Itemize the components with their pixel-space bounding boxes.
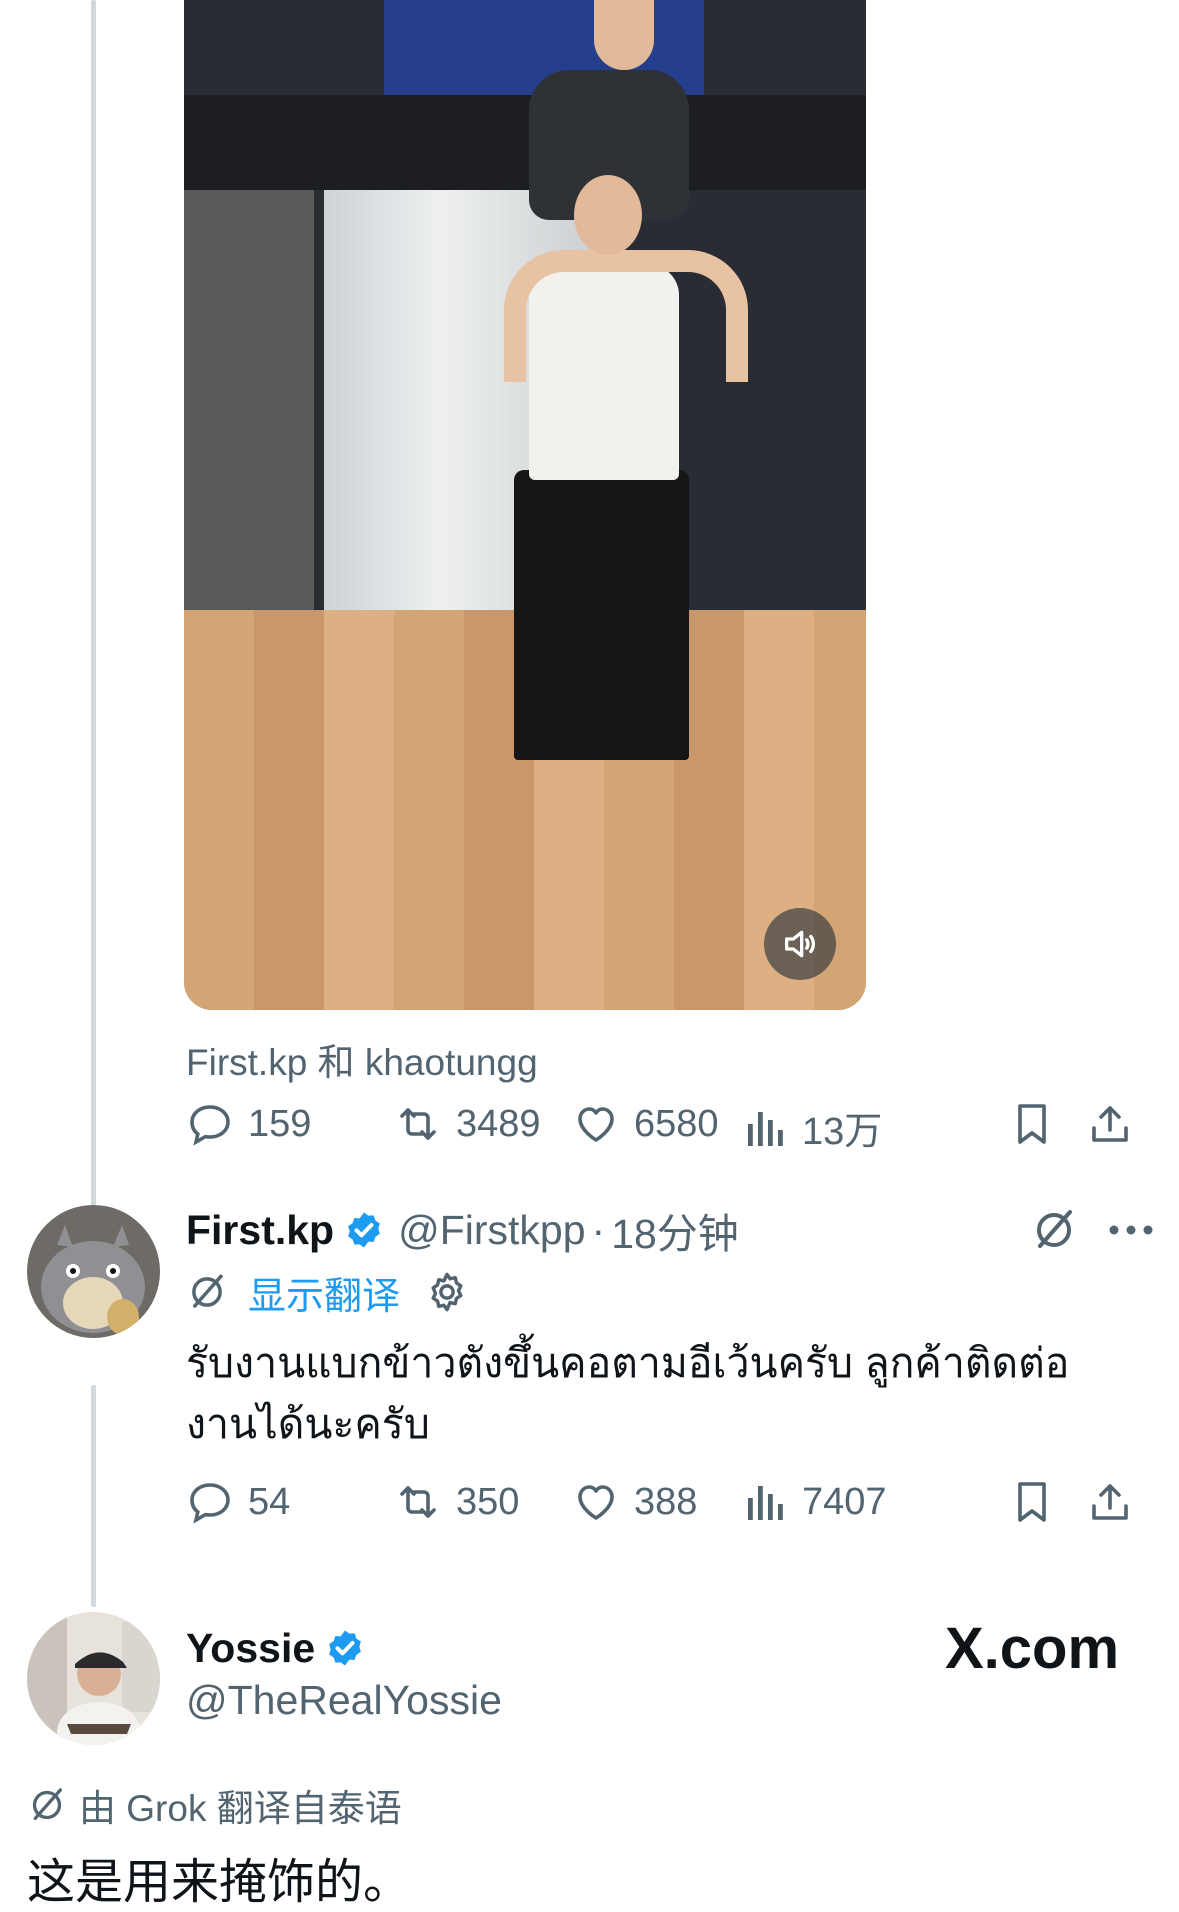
grok-translation-label: 由 Grok 翻译自泰语 (27, 1778, 402, 1832)
translation-row: 显示翻译 (186, 1262, 470, 1322)
x-com-logo[interactable]: X.com (945, 1615, 1119, 1682)
avatar-image (27, 1612, 160, 1745)
grok-translate-icon (32, 1788, 62, 1820)
header-separator: · (591, 1206, 606, 1253)
share-button[interactable] (1086, 1100, 1134, 1148)
heart-icon (578, 1107, 614, 1142)
video-person-pants (514, 470, 689, 760)
avatar-image (27, 1205, 160, 1338)
author-name[interactable]: First.kp (186, 1207, 334, 1254)
views-button[interactable]: 7407 (744, 1478, 887, 1526)
show-translation-link[interactable]: 显示翻译 (248, 1265, 400, 1320)
video-person-head (574, 175, 642, 255)
heart-icon (578, 1485, 614, 1520)
quote-author-name[interactable]: Yossie (186, 1625, 315, 1672)
verified-badge-icon (348, 1212, 380, 1248)
video-player[interactable] (184, 0, 866, 1010)
video-person-arms (504, 250, 748, 382)
video-post-action-bar: 159 3489 6580 13万 (186, 1100, 1156, 1160)
like-count: 6580 (634, 1102, 719, 1145)
quote-author-handle[interactable]: @TheRealYossie (186, 1677, 502, 1724)
verified-badge-icon (329, 1630, 361, 1666)
reply-post-text: รับงานแบกข้าวตังขึ้นคอตามอีเว้นครับ ลูกค… (186, 1340, 1070, 1447)
views-icon (748, 1111, 783, 1146)
like-count: 388 (634, 1480, 698, 1523)
grok-icon (1037, 1210, 1072, 1248)
author-handle[interactable]: @Firstkpp (398, 1207, 585, 1254)
bookmark-icon (1018, 1482, 1046, 1522)
quote-handle-row: @TheRealYossie (186, 1672, 502, 1728)
bookmark-icon (1018, 1104, 1046, 1144)
repost-button[interactable]: 3489 (394, 1100, 541, 1148)
thread-line-middle (91, 1385, 96, 1607)
reply-post-action-bar: 54 350 388 7407 (186, 1478, 1156, 1538)
views-icon (748, 1486, 783, 1520)
share-icon (1092, 1484, 1128, 1520)
like-button[interactable]: 6580 (572, 1100, 719, 1148)
view-count: 7407 (802, 1480, 887, 1523)
repost-icon (400, 1108, 436, 1140)
reply-post-header: First.kp @Firstkpp · 18分钟 (186, 1200, 739, 1260)
reply-icon (190, 1105, 230, 1146)
more-options-button[interactable] (1108, 1200, 1154, 1260)
x-com-text: X.com (945, 1616, 1120, 1681)
translated-text: 这是用来掩饰的。 (27, 1856, 412, 1909)
post-time[interactable]: 18分钟 (611, 1200, 739, 1260)
bookmark-button[interactable] (1008, 1478, 1056, 1526)
reply-button[interactable]: 159 (186, 1100, 311, 1148)
repost-button[interactable]: 350 (394, 1478, 519, 1526)
views-button[interactable]: 13万 (744, 1100, 882, 1155)
mute-button[interactable] (764, 908, 836, 980)
share-icon (1092, 1106, 1128, 1142)
video-person-top-head (594, 0, 654, 70)
repost-icon (400, 1486, 436, 1518)
share-button[interactable] (1086, 1478, 1134, 1526)
bookmark-button[interactable] (1008, 1100, 1056, 1148)
video-credits[interactable]: First.kp 和 khaotungg (186, 1032, 538, 1086)
quote-author-row: Yossie (186, 1618, 379, 1678)
grok-button[interactable] (1030, 1200, 1078, 1260)
video-ledge (184, 95, 866, 190)
reply-count: 54 (248, 1480, 291, 1523)
speaker-icon (785, 930, 815, 958)
like-button[interactable]: 388 (572, 1478, 697, 1526)
grok-translation-text: 由 Grok 翻译自泰语 (79, 1788, 402, 1829)
more-icon (1109, 1225, 1153, 1235)
avatar-yossie[interactable] (27, 1612, 160, 1745)
repost-count: 350 (456, 1480, 520, 1523)
view-count: 13万 (802, 1111, 883, 1153)
reply-button[interactable]: 54 (186, 1478, 290, 1526)
reply-count: 159 (248, 1102, 312, 1145)
reply-icon (190, 1483, 230, 1524)
avatar-firstkp[interactable] (27, 1205, 160, 1338)
repost-count: 3489 (456, 1102, 541, 1145)
settings-gear-icon[interactable] (424, 1269, 470, 1315)
thread-line-top (91, 0, 96, 1218)
video-window-left (184, 190, 314, 610)
grok-translate-icon (192, 1274, 223, 1308)
